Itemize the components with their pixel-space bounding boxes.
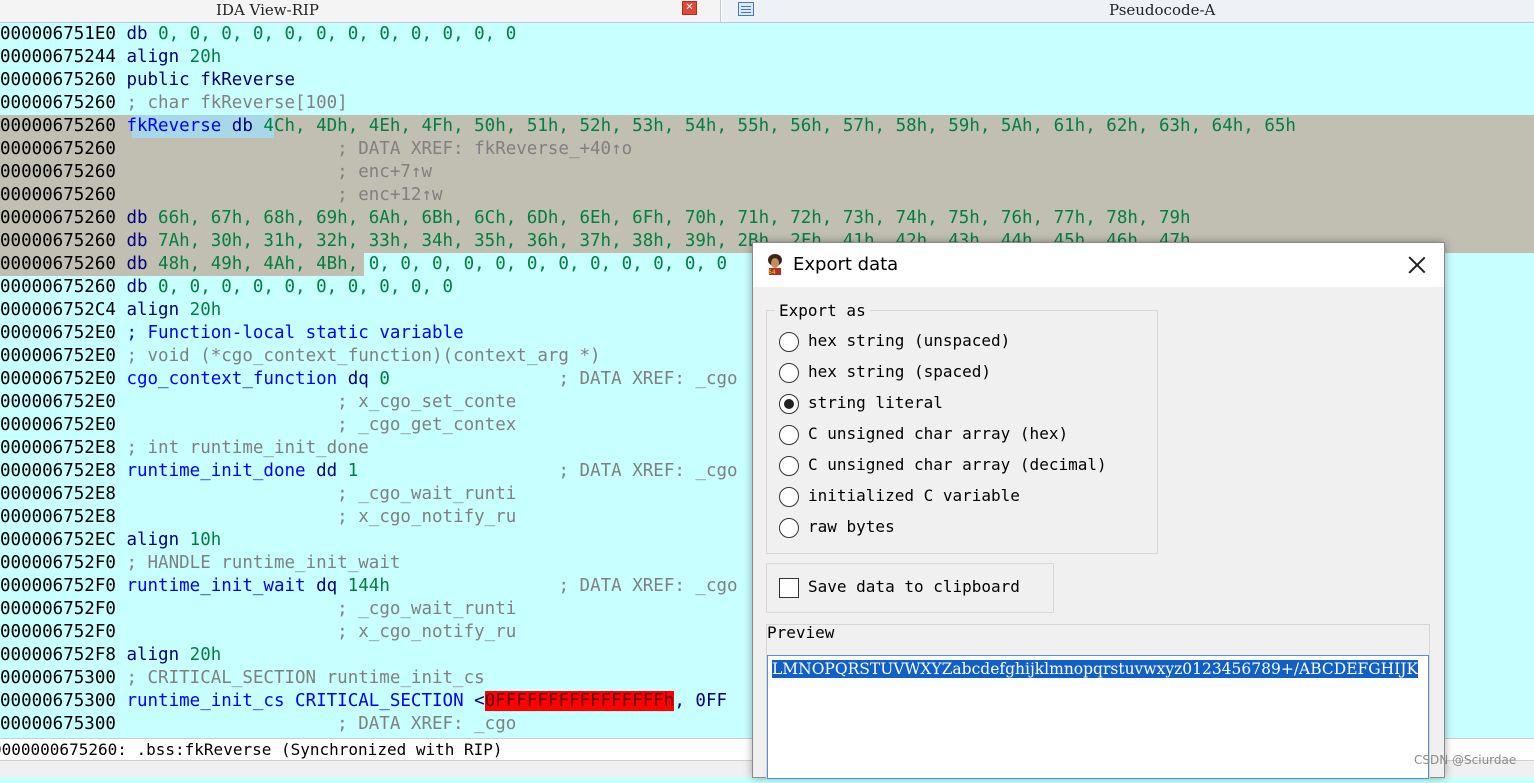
close-icon[interactable]: ✕	[682, 1, 697, 15]
radio-circle[interactable]	[779, 332, 799, 352]
preview-textbox[interactable]: LMNOPQRSTUVWXYZabcdefghijklmnopqrstuvwxy…	[767, 655, 1429, 779]
radio-circle[interactable]	[779, 363, 799, 383]
tab-ida-view-label: IDA View-RIP	[216, 1, 320, 19]
save-to-clipboard-label[interactable]: Save data to clipboard	[808, 577, 1020, 596]
listing-line[interactable]: 00000675260 ; DATA XREF: fkReverse_+40↑o	[0, 138, 1534, 161]
ida-icon: 64	[768, 254, 782, 275]
line-address: 00000675	[0, 24, 85, 44]
dialog-title-bar: 64 Export data	[753, 243, 1444, 287]
watermark: CSDN @Sciurdae	[1414, 753, 1517, 767]
listing-line[interactable]: 00000675260 ; enc+12↑w	[0, 184, 1534, 207]
tab-ida-view[interactable]: IDA View-RIP ✕	[0, 0, 721, 22]
listing-line[interactable]: 00000675244 align 20h	[0, 46, 1534, 69]
listing-line-selected[interactable]: 00000675260 fkReverse db 4Ch, 4Dh, 4Eh, …	[0, 115, 1534, 138]
radio-circle[interactable]	[779, 518, 799, 538]
svg-text:64: 64	[768, 269, 776, 275]
listing-line[interactable]: 00000675260 ; char fkReverse[100]	[0, 92, 1534, 115]
dialog-title: Export data	[793, 254, 899, 275]
preview-text[interactable]: LMNOPQRSTUVWXYZabcdefghijklmnopqrstuvwxy…	[772, 660, 1419, 678]
radio-circle-selected[interactable]	[779, 394, 799, 414]
export-as-label: Export as	[775, 301, 870, 320]
export-data-dialog: 64 Export data Export as hex string (uns…	[752, 242, 1445, 779]
save-to-clipboard-checkbox[interactable]	[779, 578, 799, 598]
status-text: 0000000675260: .bss:fkReverse (Synchroni…	[0, 740, 503, 759]
pseudocode-icon	[738, 2, 754, 16]
highlighted-value: 0FFFFFFFFFFFFFFFFh	[484, 691, 675, 711]
listing-line[interactable]: 00000675260 public fkReverse	[0, 69, 1534, 92]
close-icon[interactable]	[1405, 253, 1429, 277]
tab-pseudocode[interactable]: Pseudocode-A	[722, 0, 1534, 22]
listing-line[interactable]: 000006751E0 db 0, 0, 0, 0, 0, 0, 0, 0, 0…	[0, 23, 1534, 46]
tab-bar: IDA View-RIP ✕ Pseudocode-A	[0, 0, 1534, 23]
preview-label: Preview	[767, 623, 835, 642]
tab-pseudocode-label: Pseudocode-A	[1109, 1, 1216, 19]
listing-line[interactable]: 00000675260 db 66h, 67h, 68h, 69h, 6Ah, …	[0, 207, 1534, 230]
listing-line[interactable]: 00000675260 ; enc+7↑w	[0, 161, 1534, 184]
radio-circle[interactable]	[779, 425, 799, 445]
radio-circle[interactable]	[779, 487, 799, 507]
radio-circle[interactable]	[779, 456, 799, 476]
